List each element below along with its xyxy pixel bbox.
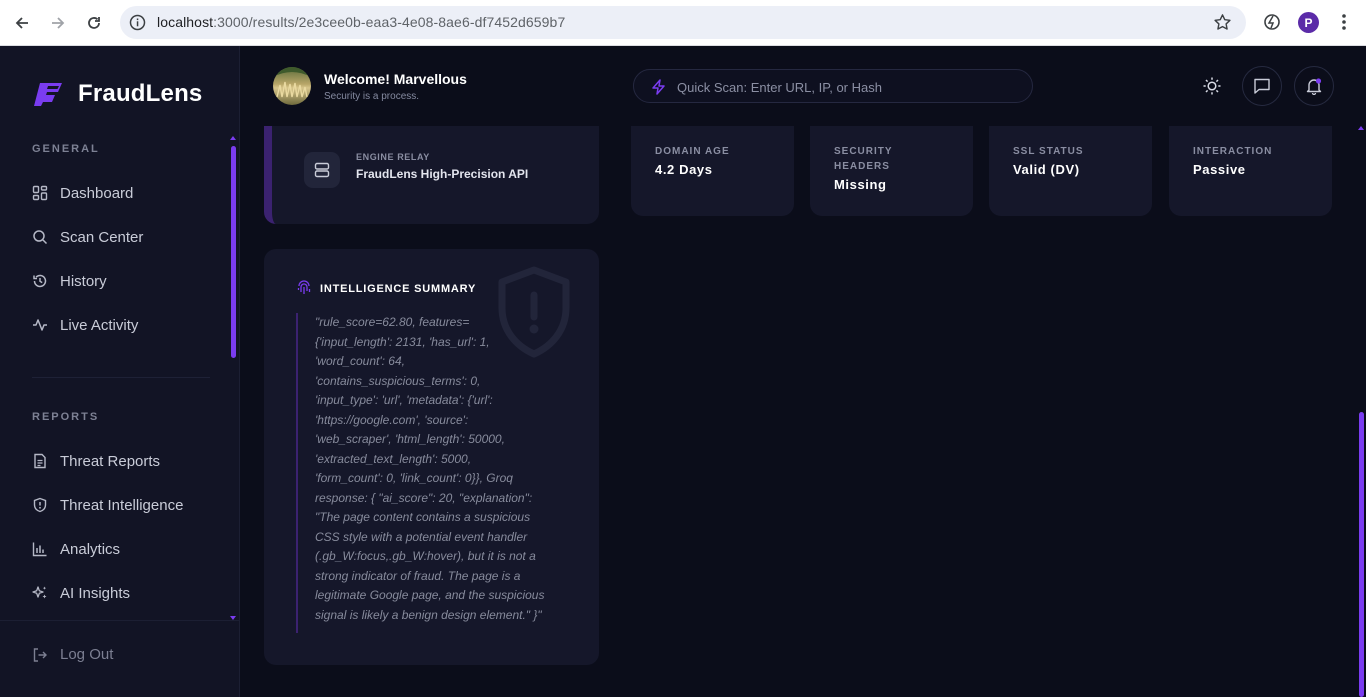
bar-chart-icon [32,542,47,557]
sidebar-item-label: History [60,272,107,290]
app-logo[interactable]: FraudLens [32,80,202,108]
message-square-icon [1254,78,1270,94]
summary-title: INTELLIGENCE SUMMARY [320,283,477,295]
scroll-thumb[interactable] [231,146,236,358]
history-icon [33,274,47,288]
stat-label: INTERACTION [1193,146,1273,157]
stat-card-interaction: INTERACTION Passive [1169,126,1332,216]
forward-arrow-icon[interactable] [46,11,70,35]
main-scrollbar[interactable] [1357,126,1366,697]
intelligence-summary-card: INTELLIGENCE SUMMARY "rule_score=62.80, … [264,249,599,665]
browser-toolbar: localhost:3000/results/2e3cee0b-eaa3-4e0… [0,0,1366,46]
stat-card-security-headers: SECURITY HEADERS Missing [810,126,973,216]
stat-label: SECURITY HEADERS [834,146,893,172]
section-label-general: GENERAL [32,143,100,155]
reload-icon[interactable] [82,11,106,35]
sidebar-item-label: Dashboard [60,184,134,202]
activity-pulse-icon [33,319,47,331]
sidebar-item-history[interactable]: History [32,267,222,295]
sidebar-item-ai-insights[interactable]: AI Insights [32,579,222,607]
sidebar-divider [32,377,210,378]
user-tagline: Security is a process. [324,91,420,102]
sidebar-item-label: Threat Reports [60,452,161,470]
logout-label: Log Out [60,646,114,663]
messages-button[interactable] [1242,66,1282,106]
sidebar-item-scan-center[interactable]: Scan Center [32,223,222,251]
sidebar-item-analytics[interactable]: Analytics [32,535,222,563]
avatar-image [273,67,311,98]
engine-relay-label: ENGINE RELAY [356,152,430,162]
scroll-thumb[interactable] [1359,412,1364,697]
sidebar-footer-divider [0,620,239,621]
welcome-message: Welcome! Marvellous [324,71,467,87]
sidebar-item-threat-reports[interactable]: Threat Reports [32,447,222,475]
profile-avatar[interactable]: P [1298,12,1319,33]
summary-quote: "rule_score=62.80, features= {'input_len… [296,313,586,633]
sidebar-item-dashboard[interactable]: Dashboard [32,179,222,207]
logout-button[interactable]: Log Out [32,646,113,663]
engine-relay-card: ENGINE RELAY FraudLens High-Precision AP… [264,126,599,224]
theme-toggle-button[interactable] [1192,66,1232,106]
sidebar-scrollbar[interactable] [229,136,238,620]
sidebar: FraudLens GENERAL Dashboard Scan Center … [0,46,240,697]
fraudlens-logo-icon [34,83,62,106]
summary-text: "rule_score=62.80, features= {'input_len… [315,315,545,622]
dashboard-grid-icon [32,185,48,201]
quick-scan-bar[interactable] [633,69,1033,103]
stat-label: SSL STATUS [1013,146,1084,157]
fingerprint-icon [297,280,311,294]
search-icon [33,230,48,245]
scroll-up-arrow[interactable] [230,136,236,140]
address-url: localhost:3000/results/2e3cee0b-eaa3-4e0… [157,14,566,30]
shield-alert-icon [33,497,47,513]
sidebar-item-label: Scan Center [60,228,144,246]
logout-icon [33,647,47,662]
results-content: ENGINE RELAY FraudLens High-Precision AP… [240,126,1366,697]
sun-icon [1203,77,1221,95]
sidebar-item-label: Live Activity [60,316,139,334]
section-label-reports: REPORTS [32,411,100,423]
lightning-bolt-icon [652,79,665,95]
extension-icon[interactable] [1262,12,1282,32]
stat-card-ssl-status: SSL STATUS Valid (DV) [989,126,1152,216]
app-name: FraudLens [78,80,203,107]
sparkles-icon [32,586,47,599]
stat-card-domain-age: DOMAIN AGE 4.2 Days [631,126,794,216]
sidebar-item-threat-intelligence[interactable]: Threat Intelligence [32,491,222,519]
engine-relay-value: FraudLens High-Precision API [356,167,529,181]
browser-menu-icon[interactable] [1334,12,1354,32]
sidebar-item-live-activity[interactable]: Live Activity [32,311,222,339]
sidebar-item-label: Threat Intelligence [60,496,184,514]
stat-value: Passive [1193,162,1246,177]
user-avatar[interactable] [273,67,311,105]
bell-icon [1306,78,1322,95]
stat-label: DOMAIN AGE [655,146,730,157]
server-icon [304,152,340,188]
address-bar[interactable]: localhost:3000/results/2e3cee0b-eaa3-4e0… [120,6,1246,39]
site-info-icon[interactable] [129,14,146,31]
quick-scan-input[interactable] [677,78,1017,96]
bookmark-star-icon[interactable] [1213,13,1232,32]
document-icon [34,453,46,469]
notifications-button[interactable] [1294,66,1334,106]
stat-value: Missing [834,177,887,192]
top-header: Welcome! Marvellous Security is a proces… [240,46,1366,126]
sidebar-item-label: Analytics [60,540,121,558]
stat-value: Valid (DV) [1013,162,1080,177]
sidebar-item-label: AI Insights [60,584,131,602]
stat-value: 4.2 Days [655,162,713,177]
back-arrow-icon[interactable] [10,11,34,35]
scroll-up-arrow[interactable] [1358,126,1364,130]
